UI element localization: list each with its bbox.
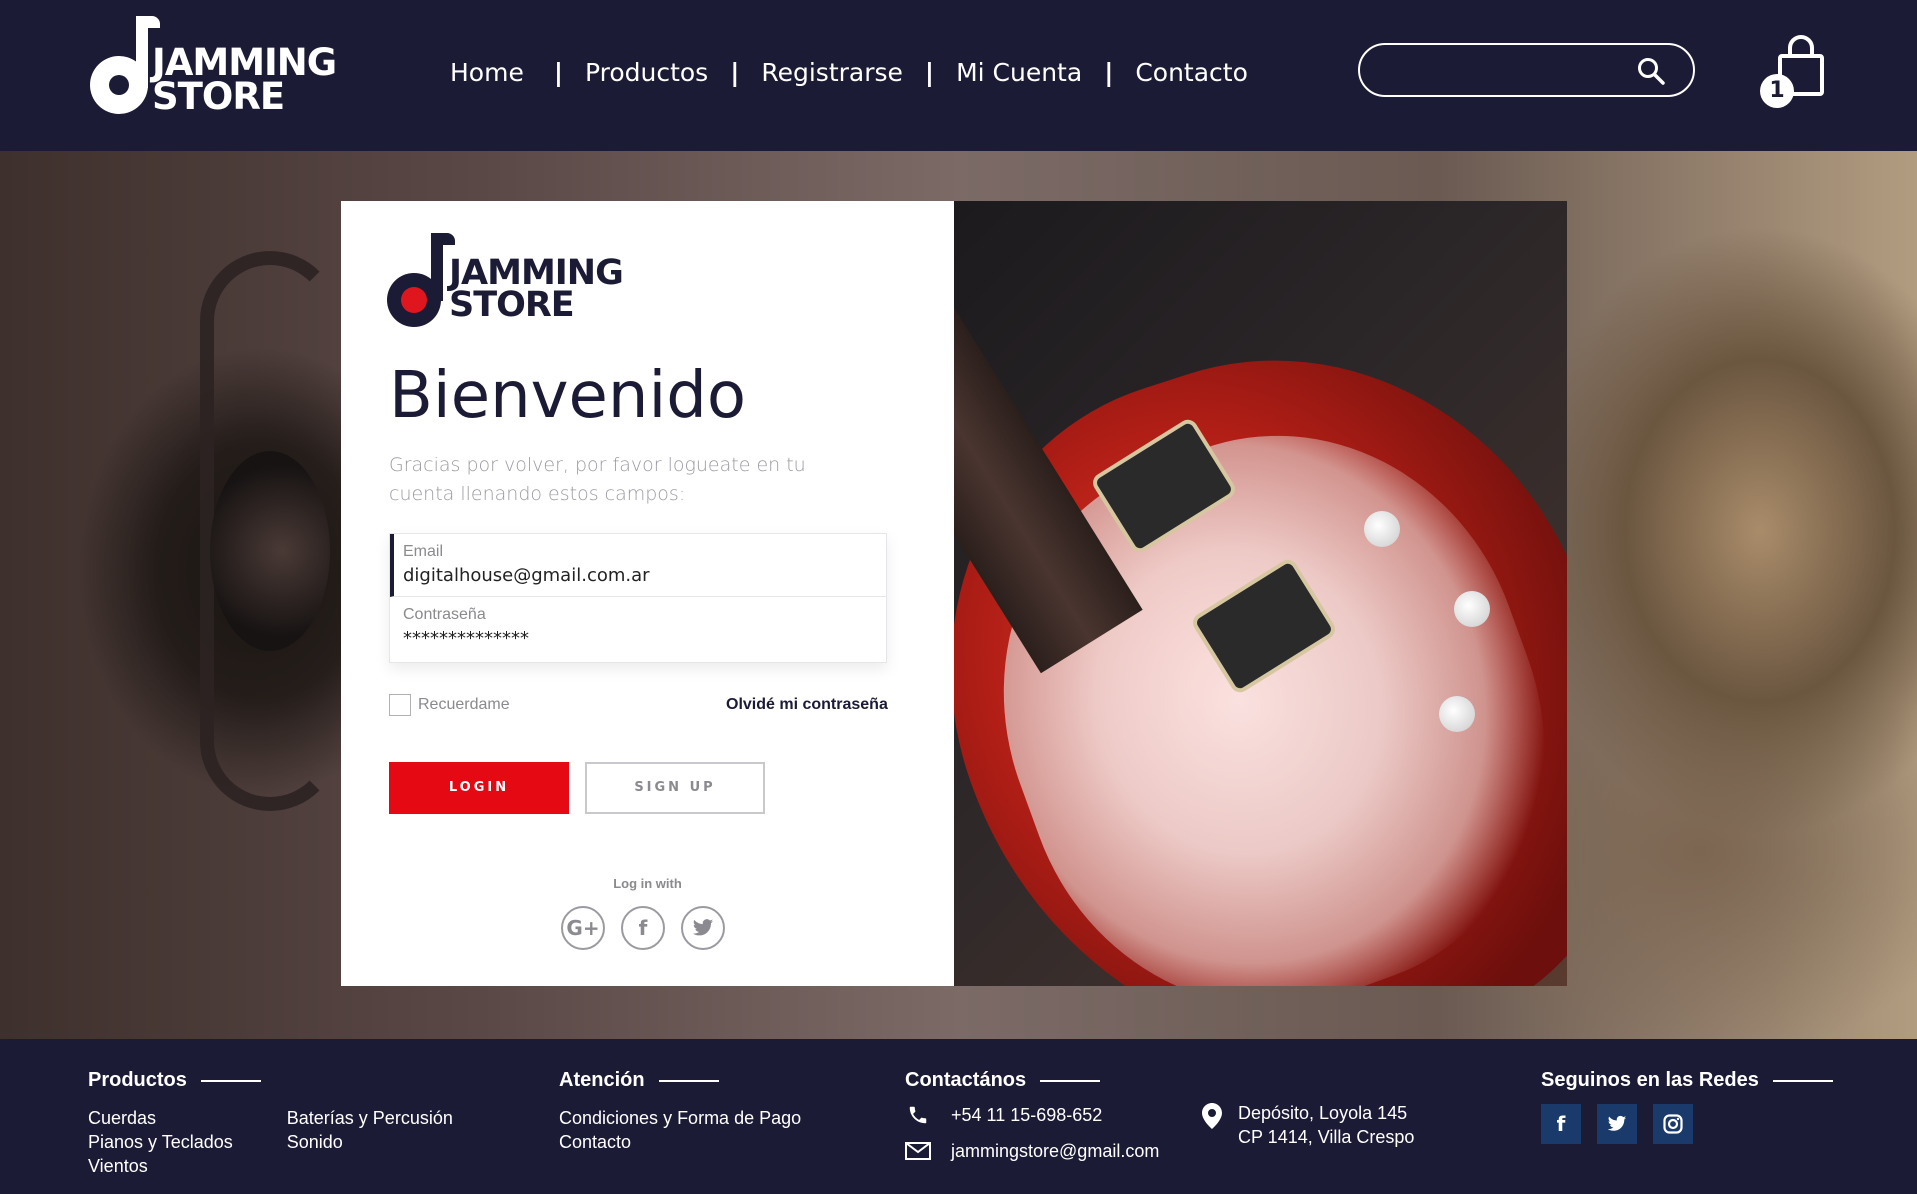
mail-icon bbox=[905, 1142, 931, 1160]
header-logo[interactable]: JAMMING STORE bbox=[90, 14, 360, 118]
search-icon[interactable] bbox=[1637, 57, 1665, 85]
site-footer: Productos Cuerdas Pianos y Teclados Vien… bbox=[0, 1039, 1917, 1194]
remember-label: Recuerdame bbox=[418, 696, 510, 713]
search-input[interactable] bbox=[1380, 55, 1640, 85]
footer-redes: Seguinos en las Redes f bbox=[1541, 1069, 1833, 1144]
phone-icon bbox=[909, 1106, 927, 1124]
main-nav: Home | Productos | Registrarse | Mi Cuen… bbox=[450, 52, 1248, 92]
footer-link-contacto[interactable]: Contacto bbox=[559, 1130, 801, 1154]
search-box bbox=[1358, 43, 1695, 97]
cart-button[interactable]: 1 bbox=[1760, 34, 1826, 110]
remember-checkbox[interactable] bbox=[389, 694, 411, 716]
forgot-password-link[interactable]: Olvidé mi contraseña bbox=[726, 696, 888, 714]
footer-link-sonido[interactable]: Sonido bbox=[287, 1130, 453, 1154]
nav-mi-cuenta[interactable]: Mi Cuenta bbox=[956, 58, 1082, 87]
password-value[interactable]: ************** bbox=[403, 628, 529, 649]
social-login: G+ f bbox=[561, 906, 741, 950]
footer-phone: +54 11 15-698-652 bbox=[951, 1104, 1103, 1125]
footer-link-condiciones[interactable]: Condiciones y Forma de Pago bbox=[559, 1106, 801, 1130]
footer-link-cuerdas[interactable]: Cuerdas bbox=[88, 1106, 233, 1130]
login-card: JAMMING STORE Bienvenido Gracias por vol… bbox=[341, 201, 1567, 986]
google-plus-icon[interactable]: G+ bbox=[561, 906, 605, 950]
footer-productos: Productos Cuerdas Pianos y Teclados Vien… bbox=[88, 1069, 453, 1178]
footer-link-pianos[interactable]: Pianos y Teclados bbox=[88, 1130, 233, 1154]
footer-link-baterias[interactable]: Baterías y Percusión bbox=[287, 1106, 453, 1130]
instagram-icon[interactable] bbox=[1653, 1104, 1693, 1144]
login-logo: JAMMING STORE bbox=[387, 231, 657, 327]
login-panel: JAMMING STORE Bienvenido Gracias por vol… bbox=[341, 201, 954, 986]
cart-count-badge: 1 bbox=[1760, 74, 1794, 108]
site-header: JAMMING STORE Home | Productos | Registr… bbox=[0, 0, 1917, 151]
login-form: Email digitalhouse@gmail.com.ar Contrase… bbox=[389, 533, 887, 663]
footer-address-line1: Depósito, Loyola 145 bbox=[1238, 1103, 1408, 1123]
footer-link-vientos[interactable]: Vientos bbox=[88, 1154, 233, 1178]
nav-home[interactable]: Home bbox=[450, 58, 524, 87]
twitter-icon[interactable] bbox=[681, 906, 725, 950]
footer-atencion-title: Atención bbox=[559, 1069, 645, 1091]
page-title: Bienvenido bbox=[389, 359, 746, 433]
footer-address: Depósito, Loyola 145 CP 1414, Villa Cres… bbox=[1202, 1101, 1414, 1149]
nav-separator: | bbox=[553, 57, 563, 87]
footer-address-line2: CP 1414, Villa Crespo bbox=[1238, 1127, 1415, 1147]
footer-productos-title: Productos bbox=[88, 1069, 187, 1091]
nav-separator: | bbox=[924, 57, 935, 87]
password-label: Contraseña bbox=[403, 606, 486, 623]
footer-redes-title: Seguinos en las Redes bbox=[1541, 1069, 1759, 1091]
facebook-icon[interactable]: f bbox=[1541, 1104, 1581, 1144]
login-button[interactable]: LOGIN bbox=[389, 762, 569, 814]
nav-separator: | bbox=[1104, 57, 1114, 87]
twitter-icon[interactable] bbox=[1597, 1104, 1637, 1144]
login-logo-line2: STORE bbox=[449, 285, 575, 325]
facebook-icon[interactable]: f bbox=[621, 906, 665, 950]
footer-contacto-title: Contactános bbox=[905, 1069, 1027, 1091]
nav-separator: | bbox=[730, 57, 740, 87]
logo-line2: STORE bbox=[152, 75, 285, 118]
nav-productos[interactable]: Productos bbox=[585, 58, 708, 87]
remember-me[interactable]: Recuerdame bbox=[389, 694, 510, 716]
password-field[interactable]: Contraseña ************** bbox=[390, 597, 886, 660]
email-field[interactable]: Email digitalhouse@gmail.com.ar bbox=[390, 534, 886, 597]
nav-contacto[interactable]: Contacto bbox=[1135, 58, 1248, 87]
footer-contacto: Contactános +54 11 15-698-652 jammingsto… bbox=[905, 1069, 1159, 1162]
email-label: Email bbox=[403, 543, 444, 560]
login-with-label: Log in with bbox=[613, 876, 682, 891]
guitar-image bbox=[954, 201, 1567, 986]
email-value[interactable]: digitalhouse@gmail.com.ar bbox=[403, 565, 650, 586]
signup-button[interactable]: SIGN UP bbox=[585, 762, 765, 814]
location-pin-icon bbox=[1202, 1103, 1222, 1129]
login-subtitle: Gracias por volver, por favor logueate e… bbox=[389, 454, 806, 505]
nav-registrarse[interactable]: Registrarse bbox=[761, 58, 903, 87]
footer-atencion: Atención Condiciones y Forma de Pago Con… bbox=[559, 1069, 801, 1154]
footer-email[interactable]: jammingstore@gmail.com bbox=[951, 1141, 1159, 1162]
